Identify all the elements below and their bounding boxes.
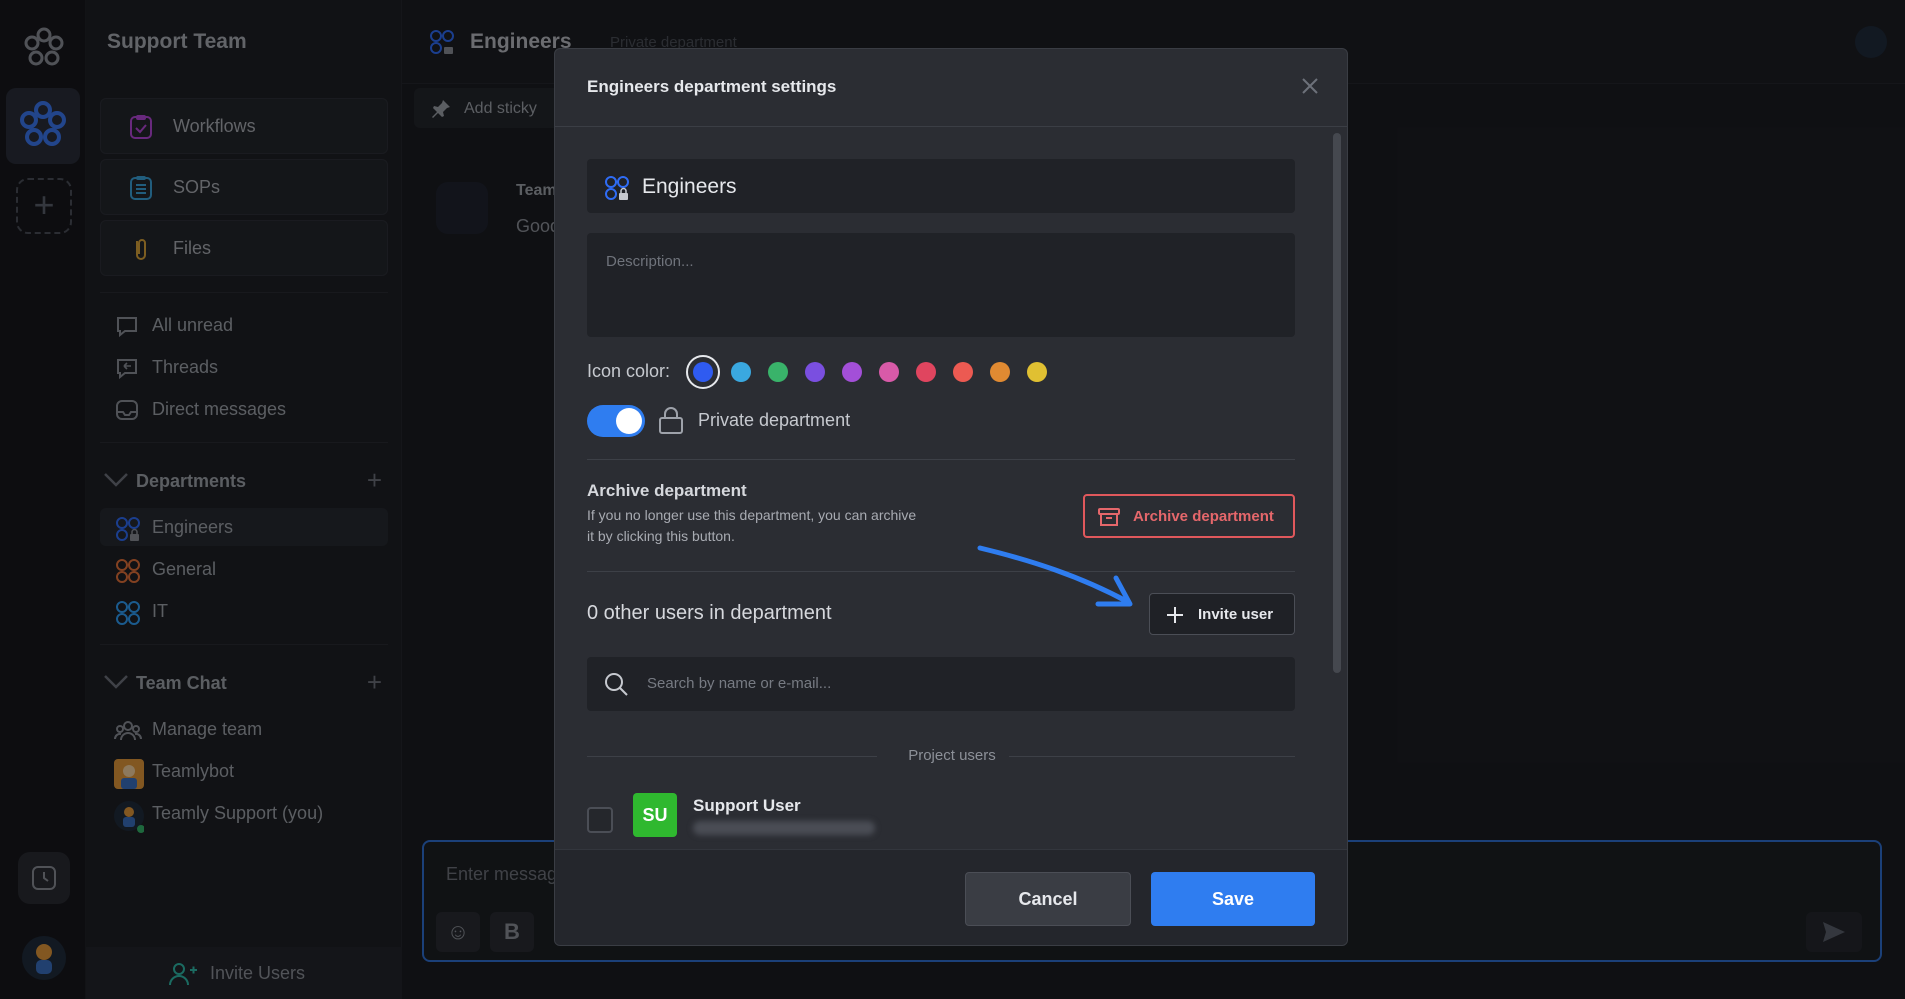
invite-user-button[interactable]: Invite user: [1149, 593, 1295, 635]
archive-title: Archive department: [587, 481, 747, 500]
archive-department-button[interactable]: Archive department: [1083, 494, 1295, 538]
color-swatch-blue: [693, 362, 713, 382]
user-select-checkbox[interactable]: [587, 807, 613, 833]
divider-line: [1009, 756, 1295, 757]
app-window: + Support Team Workflows SOPs Files All …: [0, 0, 1905, 999]
search-icon: [605, 673, 628, 696]
user-avatar: SU: [633, 793, 677, 837]
modal-title: Engineers department settings: [587, 77, 837, 96]
private-toggle[interactable]: [587, 405, 645, 437]
close-icon[interactable]: [1299, 75, 1321, 97]
users-count: 0 other users in department: [587, 602, 832, 624]
user-search-input[interactable]: Search by name or e-mail...: [587, 657, 1295, 711]
color-swatch-yellow[interactable]: [1027, 362, 1047, 382]
annotation-arrow-icon: [977, 545, 1133, 607]
color-swatch-red[interactable]: [916, 362, 936, 382]
color-swatch-light-blue[interactable]: [731, 362, 751, 382]
description-textarea[interactable]: Description...: [587, 233, 1295, 337]
color-swatch-pink[interactable]: [879, 362, 899, 382]
divider: [587, 571, 1295, 572]
plus-icon: [1167, 607, 1183, 623]
archive-box-icon: [1098, 508, 1120, 526]
department-name-value: Engineers: [642, 175, 737, 198]
project-users-divider: Project users: [555, 747, 1347, 767]
color-swatch-selected[interactable]: [686, 355, 720, 389]
modal-header: Engineers department settings: [555, 49, 1347, 127]
archive-description: If you no longer use this department, yo…: [587, 507, 917, 544]
icon-color-label: Icon color:: [587, 361, 671, 381]
search-placeholder: Search by name or e-mail...: [647, 675, 832, 692]
user-name: Support User: [693, 796, 801, 815]
color-swatch-orange[interactable]: [990, 362, 1010, 382]
description-placeholder: Description...: [606, 253, 694, 270]
color-swatch-green[interactable]: [768, 362, 788, 382]
modal-scrollbar[interactable]: [1333, 133, 1341, 673]
color-swatch-coral[interactable]: [953, 362, 973, 382]
invite-user-label: Invite user: [1198, 606, 1274, 623]
color-swatch-purple[interactable]: [842, 362, 862, 382]
user-email-blurred: [693, 821, 875, 835]
archive-button-label: Archive department: [1133, 508, 1274, 525]
user-row[interactable]: SU Support User: [587, 793, 1295, 843]
department-locked-icon: [605, 176, 629, 200]
department-settings-modal: Engineers department settings Engineers …: [554, 48, 1348, 946]
private-department-label: Private department: [698, 410, 851, 430]
save-button[interactable]: Save: [1151, 872, 1315, 926]
color-swatch-indigo[interactable]: [805, 362, 825, 382]
modal-footer: Cancel Save: [555, 849, 1347, 945]
department-name-input[interactable]: Engineers: [587, 159, 1295, 213]
divider: [587, 459, 1295, 460]
lock-icon: [659, 407, 683, 434]
toggle-knob: [616, 408, 642, 434]
cancel-button[interactable]: Cancel: [965, 872, 1131, 926]
